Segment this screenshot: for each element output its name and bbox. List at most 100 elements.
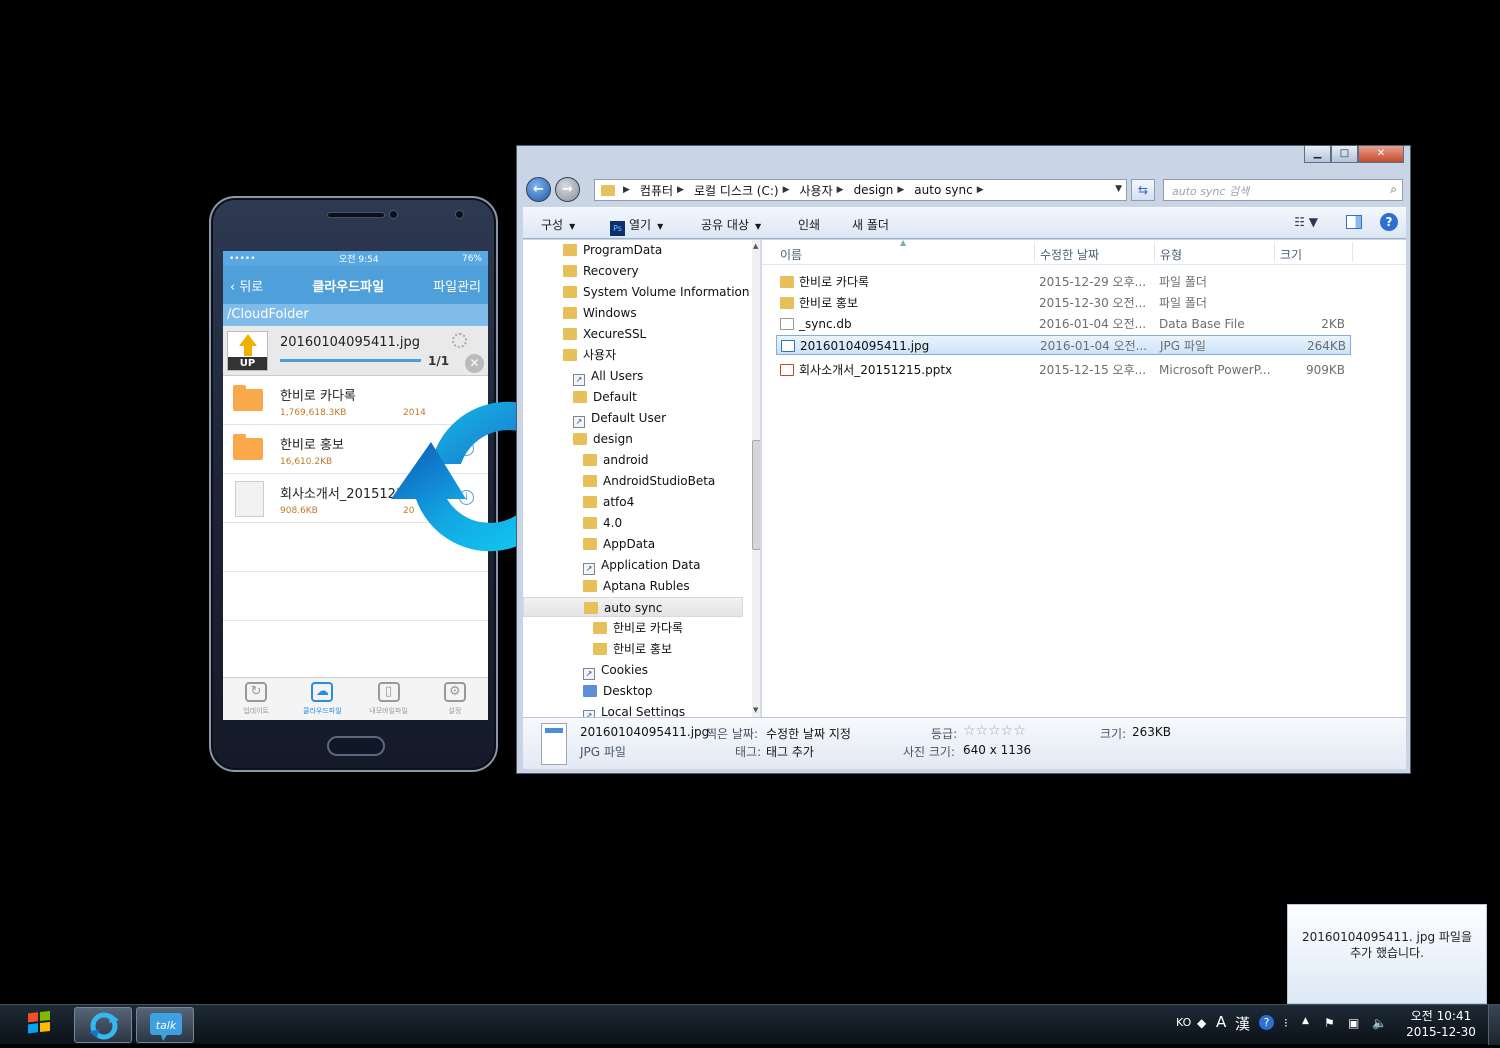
breadcrumb-item[interactable]: auto sync — [914, 183, 972, 197]
cancel-upload-button[interactable]: ✕ — [465, 354, 484, 373]
scroll-up-icon[interactable]: ▲ — [753, 242, 758, 250]
language-indicator[interactable]: KO — [1176, 1016, 1191, 1029]
tree-item[interactable]: 한비로 홍보 — [593, 639, 672, 659]
print-button[interactable]: 인쇄 — [798, 216, 820, 233]
show-hidden-icons-icon[interactable]: ▲ — [1302, 1016, 1309, 1026]
forward-button[interactable]: → — [555, 177, 580, 202]
share-button[interactable]: 공유 대상 ▼ — [701, 216, 761, 233]
file-type: Data Base File — [1159, 317, 1245, 331]
tree-item[interactable]: ↗ Application Data — [583, 555, 701, 575]
open-button[interactable]: Ps 열기 ▼ — [610, 216, 663, 236]
tree-item[interactable]: Recovery — [563, 261, 639, 281]
file-size: 1,769,618.3KB — [280, 408, 347, 418]
ime-options-icon[interactable]: ⁝ — [1284, 1016, 1288, 1030]
breadcrumb-item[interactable]: 컴퓨터 — [640, 182, 673, 199]
file-name: _sync.db — [799, 317, 852, 331]
mobile-icon: ▯ — [377, 682, 400, 702]
tab-mobile-files[interactable]: ▯ 내모바일파일 — [356, 678, 422, 720]
chevron-right-icon: ▶ — [623, 185, 630, 195]
volume-icon[interactable]: 🔈 — [1372, 1016, 1387, 1030]
column-type[interactable]: 유형 — [1160, 246, 1182, 263]
chevron-down-icon[interactable]: ▼ — [1115, 184, 1122, 194]
folder-icon — [601, 184, 615, 196]
scroll-down-icon[interactable]: ▼ — [753, 706, 758, 714]
organize-button[interactable]: 구성 ▼ — [541, 216, 575, 233]
tree-item[interactable]: AppData — [583, 534, 655, 554]
address-bar[interactable]: ▶ 컴퓨터 ▶ 로컬 디스크 (C:) ▶ 사용자 ▶ design ▶ auto sy… — [594, 179, 1127, 201]
details-pane: 20160104095411.jpg JPG 파일 찍은 날짜: 수정한 날짜 … — [523, 717, 1406, 769]
breadcrumb-item[interactable]: 사용자 — [800, 182, 833, 199]
tab-cloud-files[interactable]: ☁ 클라우드파일 — [289, 678, 355, 720]
tab-update[interactable]: ↻ 업데이트 — [223, 678, 289, 720]
tree-item[interactable]: 사용자 — [563, 345, 616, 365]
tree-item[interactable]: ↗ All Users — [573, 366, 643, 386]
current-path: /CloudFolder — [223, 304, 488, 326]
tree-item[interactable]: Desktop — [583, 681, 653, 701]
tree-item[interactable]: Default — [573, 387, 637, 407]
preview-pane-icon[interactable] — [1346, 215, 1362, 229]
column-size[interactable]: 크기 — [1280, 246, 1302, 263]
tree-item[interactable]: ↗ Default User — [573, 408, 666, 428]
tree-item[interactable]: ↗ Local Settings — [583, 702, 685, 717]
action-center-flag-icon[interactable]: ⚑ — [1324, 1016, 1335, 1030]
scrollbar-thumb[interactable] — [752, 440, 760, 550]
column-name[interactable]: 이름 — [780, 246, 802, 263]
ime-hanja[interactable]: 漢 — [1235, 1013, 1250, 1034]
taken-value[interactable]: 수정한 날짜 지정 — [766, 725, 851, 742]
notification-balloon[interactable]: 20160104095411. jpg 파일을 추가 했습니다. — [1287, 904, 1487, 1004]
ime-mode-a[interactable]: A — [1216, 1013, 1226, 1031]
chevron-right-icon: ▶ — [782, 185, 790, 195]
upload-item[interactable]: UP 20160104095411.jpg 1/1 ✕ — [223, 326, 488, 376]
tree-item[interactable]: XecureSSL — [563, 324, 646, 344]
tree-item[interactable]: ↗ Cookies — [583, 660, 648, 680]
taskbar-sync-app[interactable] — [74, 1007, 132, 1043]
tree-item[interactable]: ProgramData — [563, 240, 662, 260]
breadcrumb-item[interactable]: design — [854, 183, 894, 197]
tree-item[interactable]: design — [573, 429, 633, 449]
svg-text:talk: talk — [156, 1019, 177, 1032]
start-button[interactable] — [12, 1007, 70, 1043]
folder-icon — [593, 622, 607, 634]
network-icon[interactable]: ▣ — [1348, 1016, 1359, 1030]
chevron-right-icon: ▶ — [897, 185, 905, 195]
file-manage-button[interactable]: 파일관리 — [433, 276, 481, 295]
ime-pad-icon[interactable]: ◆ — [1197, 1016, 1206, 1030]
tree-item[interactable]: Windows — [563, 303, 637, 323]
system-clock[interactable]: 오전 10:41 2015-12-30 — [1398, 1008, 1484, 1040]
file-row[interactable]: 한비로 카다록 2015-12-29 오후... 파일 폴더 — [776, 272, 1351, 292]
view-options-icon[interactable]: ☷ ▼ — [1294, 215, 1318, 229]
tree-scrollbar[interactable]: ▲ ▼ — [752, 240, 760, 717]
search-input[interactable]: auto sync 검색 ⌕ — [1163, 179, 1403, 201]
tree-item[interactable]: atfo4 — [583, 492, 634, 512]
breadcrumb-item[interactable]: 로컬 디스크 (C:) — [694, 182, 779, 199]
file-row[interactable]: 한비로 홍보 2015-12-30 오전... 파일 폴더 — [776, 293, 1351, 313]
tree-item[interactable]: AndroidStudioBeta — [583, 471, 715, 491]
back-button[interactable]: ‹ 뒤로 — [230, 276, 263, 295]
tags-value[interactable]: 태그 추가 — [766, 743, 814, 760]
file-row-selected[interactable]: 20160104095411.jpg 2016-01-04 오전... JPG … — [776, 335, 1351, 355]
file-row[interactable]: _sync.db 2016-01-04 오전... Data Base File… — [776, 314, 1351, 334]
tree-item[interactable]: 한비로 카다록 — [593, 618, 683, 638]
file-row[interactable]: 회사소개서_20151215.pptx 2015-12-15 오후... Mic… — [776, 360, 1351, 380]
tree-item-selected[interactable]: auto sync — [523, 597, 743, 617]
tab-settings[interactable]: ⚙ 설정 — [422, 678, 488, 720]
clock-time: 오전 10:41 — [1410, 1009, 1472, 1023]
tree-item[interactable]: System Volume Information — [563, 282, 749, 302]
windows-logo-icon — [28, 1011, 50, 1034]
help-icon[interactable]: ? — [1259, 1015, 1274, 1030]
back-button[interactable]: ← — [526, 177, 551, 202]
minimize-button[interactable]: ▁ — [1304, 146, 1331, 163]
maximize-button[interactable]: □ — [1331, 146, 1358, 163]
taskbar-talk-app[interactable]: talk — [136, 1007, 194, 1043]
rating-stars[interactable]: ☆☆☆☆☆ — [963, 723, 1026, 739]
refresh-button[interactable]: ⇆ — [1131, 179, 1155, 201]
column-headers: 이름 ▲ 수정한 날짜 유형 크기 — [762, 238, 1406, 265]
close-button[interactable]: ✕ — [1358, 146, 1404, 163]
help-icon[interactable]: ? — [1380, 213, 1398, 231]
show-desktop-button[interactable] — [1488, 1005, 1500, 1045]
column-modified[interactable]: 수정한 날짜 — [1040, 246, 1099, 263]
new-folder-button[interactable]: 새 폴더 — [852, 216, 889, 233]
tree-item[interactable]: 4.0 — [583, 513, 622, 533]
tree-item[interactable]: Aptana Rubles — [583, 576, 690, 596]
tree-item[interactable]: android — [583, 450, 649, 470]
